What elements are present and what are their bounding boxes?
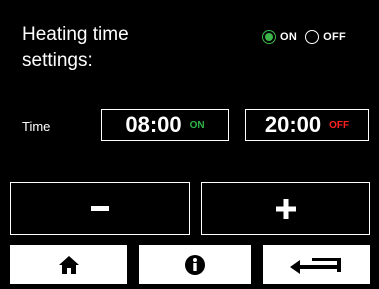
home-button[interactable]	[10, 245, 127, 284]
radio-selected-icon	[262, 30, 276, 44]
info-button[interactable]	[139, 245, 251, 284]
mode-off-radio[interactable]: OFF	[305, 30, 346, 44]
back-button[interactable]	[263, 245, 370, 284]
radio-unselected-icon	[305, 30, 320, 44]
return-arrow-icon	[289, 257, 341, 274]
home-icon	[58, 255, 79, 274]
mode-off-label: OFF	[323, 31, 347, 43]
end-time-state: OFF	[329, 119, 350, 131]
end-time-value: 20:00	[264, 112, 322, 137]
mode-radio-group: ON OFF	[262, 26, 346, 48]
page-title: Heating time settings:	[22, 22, 232, 74]
end-time-field[interactable]: 20:00 OFF	[245, 109, 369, 141]
decrement-button[interactable]	[10, 182, 190, 235]
minus-icon	[91, 206, 109, 211]
info-icon	[185, 254, 205, 275]
page-title-line-1: Heating time	[22, 24, 129, 45]
start-time-field[interactable]: 08:00 ON	[101, 109, 229, 141]
time-label: Time	[22, 119, 51, 134]
page-title-line-2: settings:	[22, 50, 93, 71]
plus-icon	[275, 198, 296, 219]
start-time-value: 08:00	[125, 112, 182, 137]
mode-on-radio[interactable]: ON	[262, 30, 297, 44]
start-time-state: ON	[189, 119, 205, 131]
mode-on-label: ON	[280, 31, 298, 43]
increment-button[interactable]	[201, 182, 370, 235]
